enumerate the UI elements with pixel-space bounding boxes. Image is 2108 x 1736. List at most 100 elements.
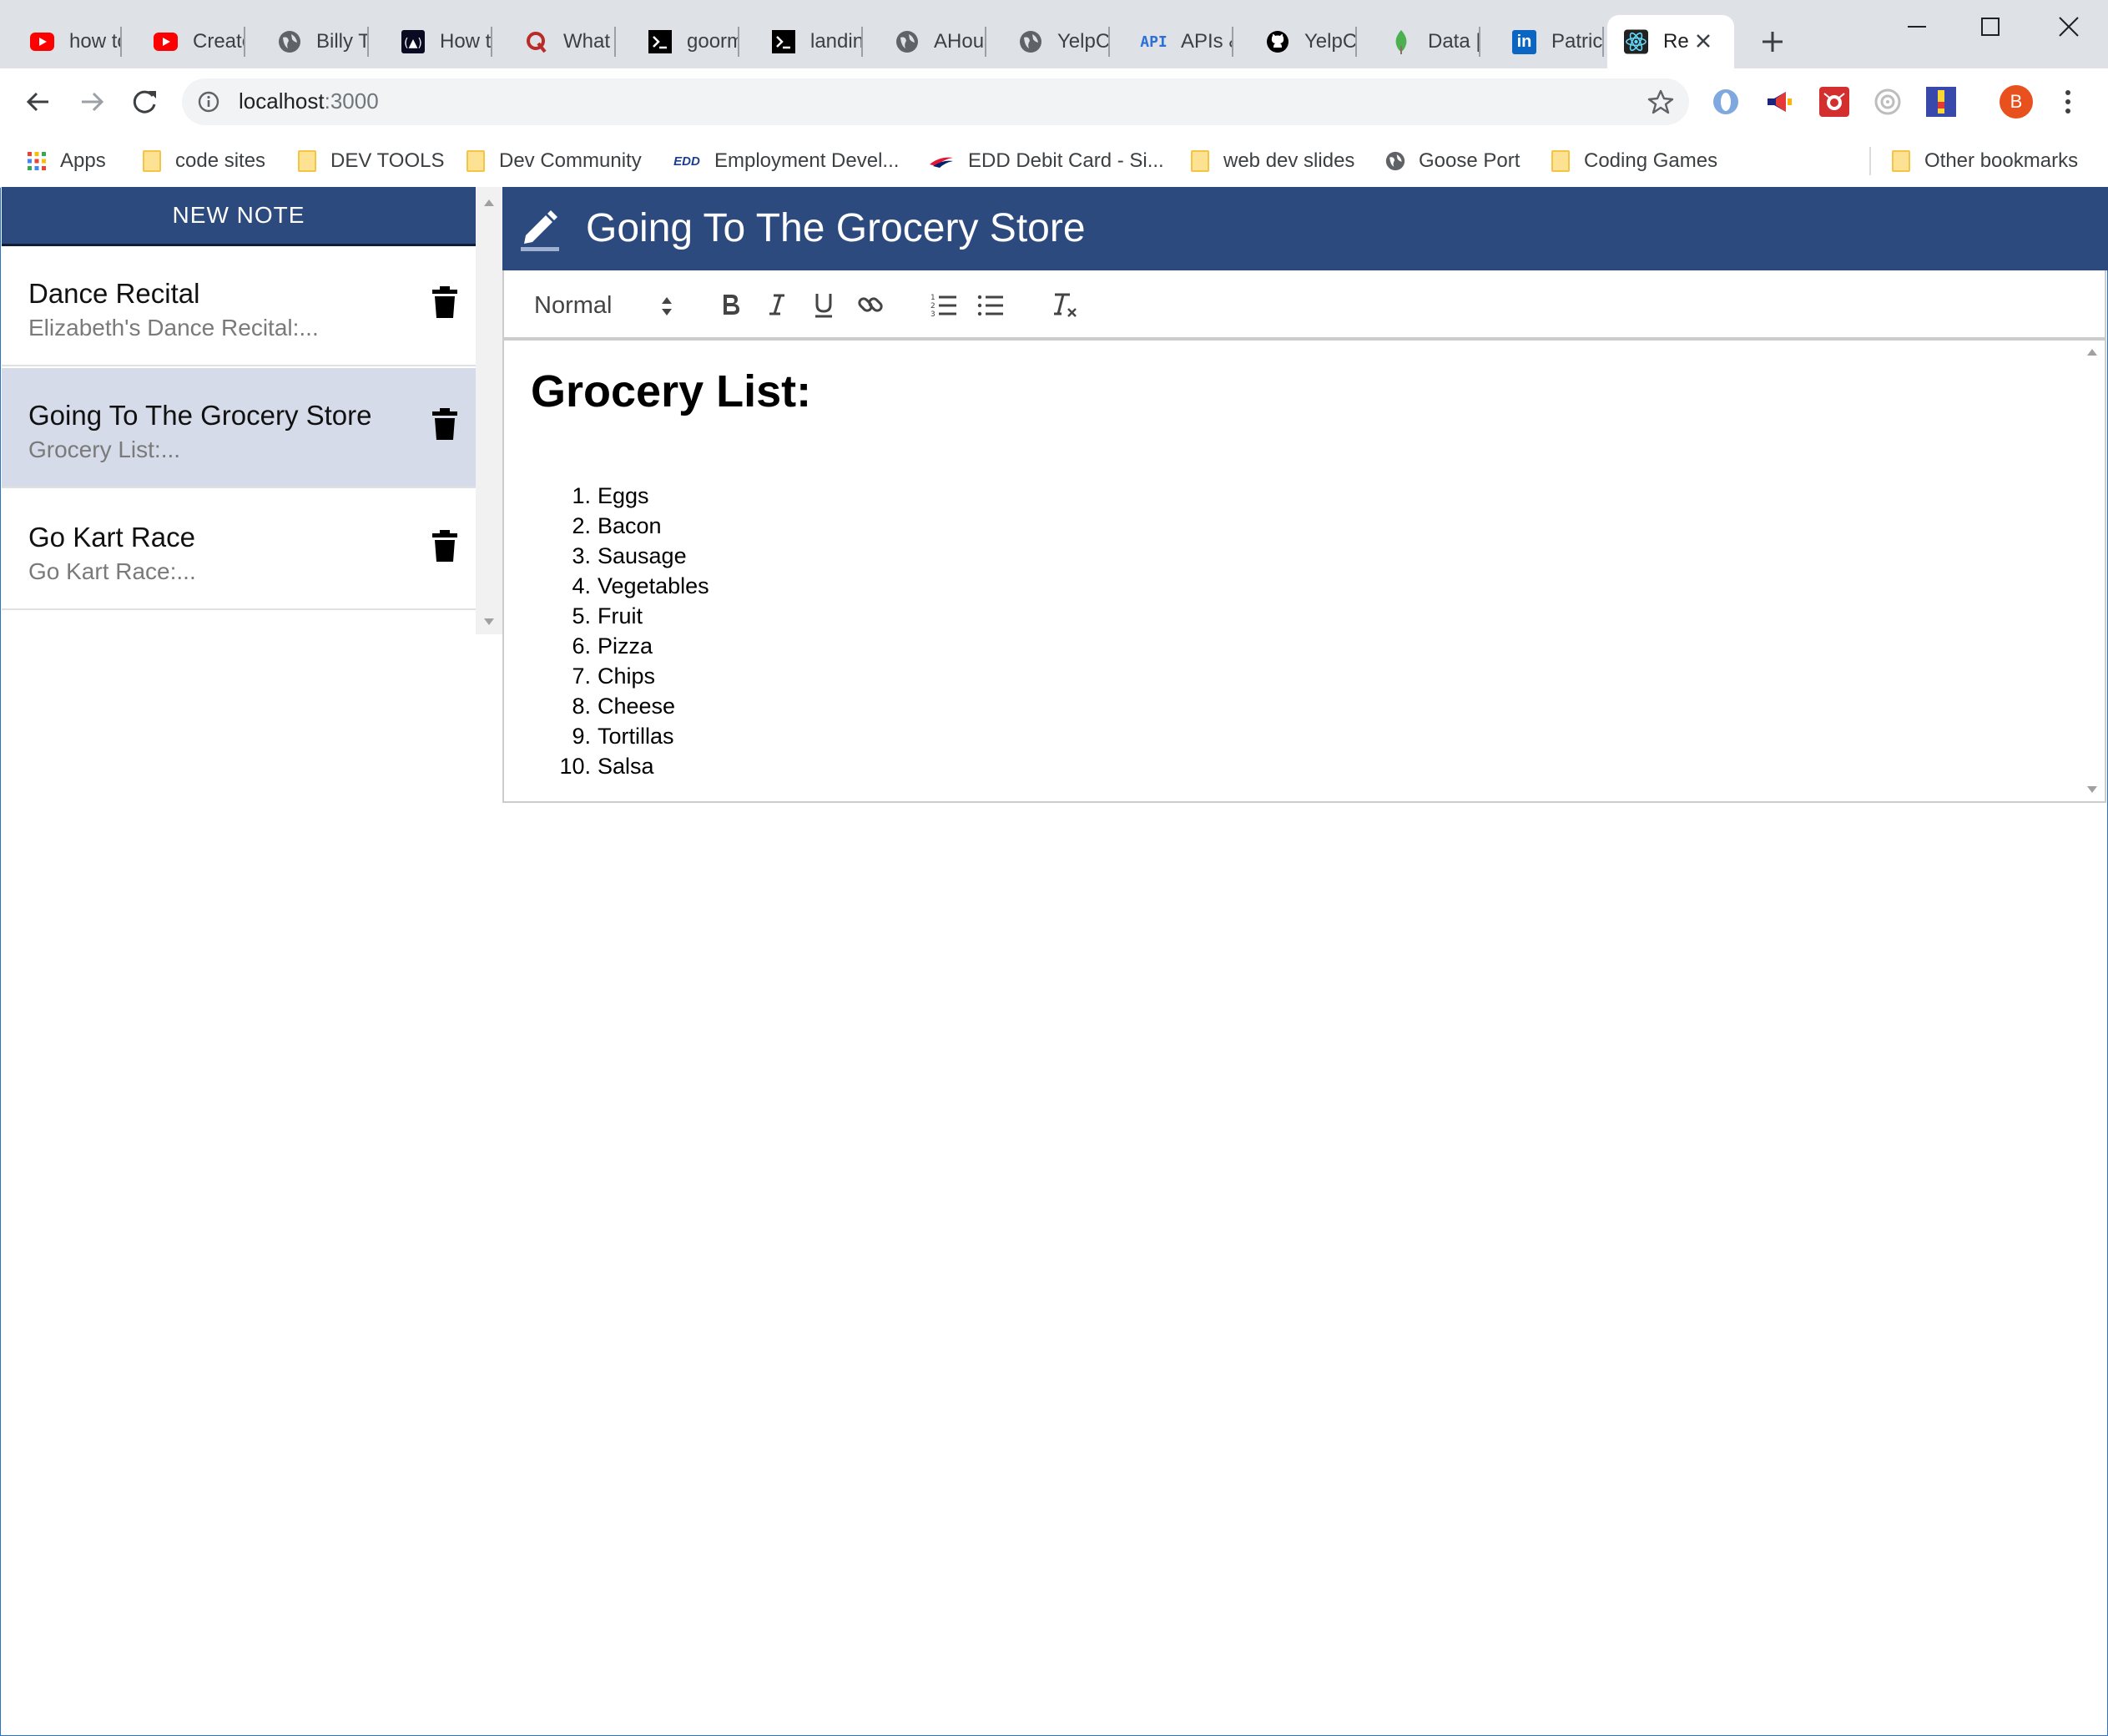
folder-icon (1551, 150, 1571, 172)
grocery-ordered-list: 1. Eggs 2. Bacon 3. Sausage 4. Vegetables 5.… (531, 481, 709, 781)
browser-tab-active[interactable]: Re (1607, 15, 1734, 68)
browser-tab[interactable]: how to (0, 15, 122, 68)
italic-icon[interactable] (761, 289, 793, 320)
extension-colorzilla-icon[interactable] (1926, 87, 1956, 117)
bookmark-folder-dev-community[interactable]: Dev Community (466, 147, 642, 175)
list-item-number: 6. (572, 633, 591, 659)
scroll-down-arrow-icon[interactable] (482, 616, 496, 626)
mongodb-icon (1389, 30, 1413, 54)
scroll-up-arrow-icon[interactable] (482, 197, 496, 207)
bullet-list-icon[interactable] (975, 289, 1006, 320)
bold-icon[interactable] (714, 289, 746, 320)
forward-button[interactable] (73, 83, 110, 120)
back-button[interactable] (20, 83, 57, 120)
bookmark-folder-other[interactable]: Other bookmarks (1891, 147, 2078, 175)
browser-tab[interactable]: landin (741, 15, 863, 68)
browser-tab[interactable]: YelpCa (1235, 15, 1357, 68)
reload-button[interactable] (127, 83, 164, 120)
note-list-item[interactable]: Go Kart Race Go Kart Race:... (2, 490, 476, 610)
editor-scrollbar[interactable] (2080, 341, 2105, 801)
tab-title: How to (440, 30, 492, 53)
svg-text:2: 2 (930, 302, 935, 310)
tab-title: What a (563, 30, 616, 53)
list-item-text: Salsa (598, 754, 654, 779)
browser-tab[interactable]: API APIs & (1112, 15, 1233, 68)
clear-formatting-icon[interactable] (1048, 289, 1080, 320)
new-note-button[interactable]: NEW NOTE (2, 187, 476, 246)
delete-note-icon[interactable] (431, 528, 459, 563)
delete-note-icon[interactable] (431, 406, 459, 442)
list-item: 8. Cheese (531, 691, 709, 721)
close-tab-icon[interactable] (1691, 28, 1716, 53)
bookmark-label: Apps (60, 149, 106, 172)
browser-tab[interactable]: AHous (865, 15, 986, 68)
tab-separator (985, 27, 986, 57)
extension-bug-icon[interactable] (1819, 87, 1849, 117)
browser-tab[interactable]: Create (124, 15, 245, 68)
bookmark-label: web dev slides (1223, 149, 1355, 172)
ordered-list-icon[interactable]: 123 (928, 289, 960, 320)
bookmark-goose-port[interactable]: Goose Port (1385, 147, 1520, 175)
tab-title: YelpCa (1304, 30, 1357, 53)
note-list-item-selected[interactable]: Going To The Grocery Store Grocery List:… (2, 368, 476, 488)
browser-tab[interactable]: Billy To (247, 15, 369, 68)
tab-separator (491, 27, 492, 57)
extension-target-icon[interactable] (1873, 87, 1903, 117)
note-list-item[interactable]: Dance Recital Elizabeth's Dance Recital:… (2, 246, 476, 366)
browser-tab[interactable]: in Patrick (1482, 15, 1604, 68)
bookmark-folder-web-dev-slides[interactable]: web dev slides (1190, 147, 1354, 175)
list-item-text: Cheese (598, 694, 676, 719)
tab-separator (1108, 27, 1110, 57)
bookmark-star-icon[interactable] (1647, 88, 1674, 115)
tab-title: Create (193, 30, 245, 53)
note-preview: Grocery List:... (28, 437, 181, 462)
api-icon-text: API (1140, 33, 1167, 51)
note-preview: Elizabeth's Dance Recital:... (28, 315, 319, 341)
extension-megaphone-icon[interactable] (1764, 87, 1794, 117)
link-icon[interactable] (855, 289, 886, 320)
bookmark-employment-development[interactable]: EDD Employment Devel... (673, 147, 899, 175)
folder-icon (1190, 150, 1210, 172)
format-select[interactable]: Normal (534, 289, 684, 322)
folder-icon (142, 150, 162, 172)
close-window-button[interactable] (2050, 12, 2088, 42)
browser-tab[interactable]: What a (494, 15, 616, 68)
bookmark-folder-code-sites[interactable]: code sites (142, 147, 265, 175)
list-item: 4. Vegetables (531, 571, 709, 601)
note-editor[interactable]: Grocery List: 1. Eggs 2. Bacon 3. Sausage 4… (502, 339, 2106, 803)
browser-tab[interactable]: YelpCa (988, 15, 1110, 68)
address-bar[interactable]: localhost:3000 (182, 78, 1689, 125)
browser-tab[interactable]: (▲) How to (371, 15, 492, 68)
browser-menu-icon[interactable] (2060, 87, 2076, 117)
extension-opera-icon[interactable] (1711, 87, 1741, 117)
bookmark-folder-dev-tools[interactable]: DEV TOOLS (297, 147, 445, 175)
minimize-window-button[interactable] (1898, 12, 1936, 42)
tab-title: goorm (687, 30, 739, 53)
bookmark-label: Goose Port (1419, 149, 1520, 172)
bookmark-separator (1869, 147, 1871, 175)
browser-tab[interactable]: goorm (618, 15, 739, 68)
bookmark-folder-coding-games[interactable]: Coding Games (1551, 147, 1717, 175)
new-tab-button[interactable] (1756, 25, 1789, 58)
url-host: localhost (239, 88, 325, 114)
freecodecamp-icon: (▲) (401, 30, 425, 54)
tab-separator (861, 27, 863, 57)
tab-separator (120, 27, 122, 57)
sidebar-scrollbar[interactable] (476, 187, 502, 634)
tab-separator (367, 27, 369, 57)
select-arrows-icon (659, 294, 674, 319)
maximize-window-button[interactable] (1971, 12, 2010, 42)
note-title: Going To The Grocery Store (28, 400, 372, 431)
list-item-text: Chips (598, 664, 656, 689)
delete-note-icon[interactable] (431, 285, 459, 320)
bookmark-apps[interactable]: Apps (27, 147, 106, 175)
underline-icon[interactable] (808, 289, 840, 320)
profile-avatar[interactable]: B (2000, 85, 2033, 119)
linkedin-icon-text: in (1516, 32, 1532, 51)
list-item: 5. Fruit (531, 601, 709, 631)
editor-heading: Grocery List: (531, 366, 812, 416)
tab-title: YelpCa (1057, 30, 1110, 53)
browser-tab[interactable]: Data | (1359, 15, 1480, 68)
info-icon[interactable] (197, 90, 220, 114)
bookmark-edd-debit-card[interactable]: EDD Debit Card - Si... (928, 147, 1164, 175)
